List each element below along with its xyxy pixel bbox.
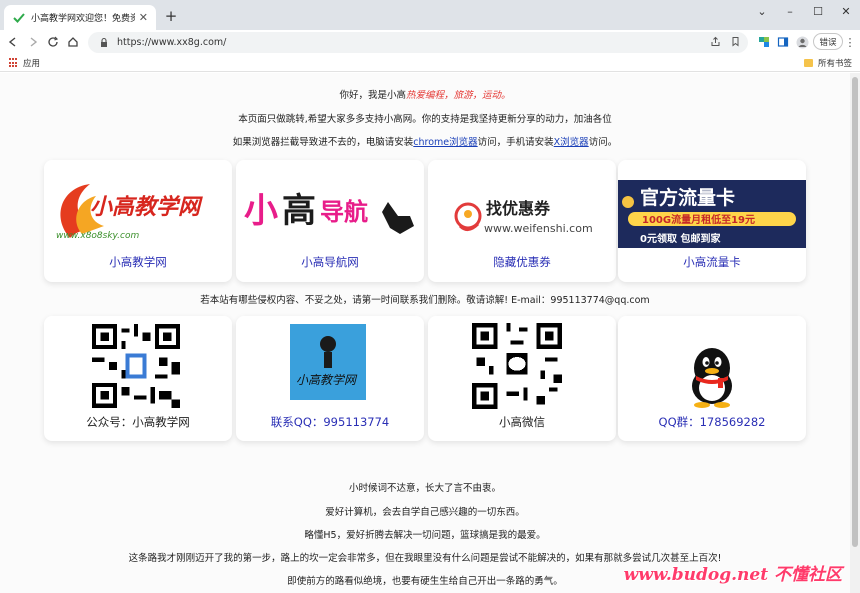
- card-xiaogao-nav[interactable]: 小 高 导航 小高导航网: [236, 160, 424, 282]
- extension-colorful-icon[interactable]: [756, 34, 772, 50]
- svg-text:小高教学网: 小高教学网: [296, 373, 358, 387]
- reload-icon: [48, 36, 59, 47]
- svg-text:www.weifenshi.com: www.weifenshi.com: [484, 222, 593, 235]
- reload-button[interactable]: [44, 33, 62, 51]
- copyright-notice: 若本站有哪些侵权内容、不妥之处，请第一时间联系我们删除。敬请谅解! E-mail…: [200, 295, 650, 306]
- card-label-data-card: 小高流量卡: [683, 255, 741, 269]
- scrollbar-thumb[interactable]: [852, 77, 858, 547]
- site-watermark: www.budog.net 不懂社区: [623, 565, 842, 585]
- official-account-qr-code: [92, 324, 180, 408]
- all-bookmarks-button[interactable]: 所有书签: [803, 57, 852, 69]
- svg-text:小: 小: [244, 191, 278, 231]
- wechat-qr-code: [472, 322, 562, 410]
- address-bar[interactable]: https://www.xx8g.com/: [88, 32, 748, 53]
- sidebar-panel-icon[interactable]: [775, 34, 791, 50]
- tab-close-icon[interactable]: ✕: [139, 11, 148, 24]
- home-icon: [68, 37, 78, 47]
- svg-text:高: 高: [282, 191, 316, 231]
- card-label-qq-group: QQ群：178569282: [658, 415, 766, 429]
- intro-line-3: 如果浏览器拦截导致进不去的，电脑请安装chrome浏览器访问，手机请安装X浏览器…: [0, 134, 850, 148]
- intro-browser-text-a: 如果浏览器拦截导致进不去的，电脑请安装: [232, 137, 414, 148]
- bookmark-apps[interactable]: 应用: [23, 57, 40, 69]
- error-button[interactable]: 错误: [813, 33, 843, 50]
- contact-qq-avatar: 小高教学网: [290, 324, 366, 400]
- outro-line-1: 小时候词不达意，长大了言不由衷。: [348, 483, 501, 494]
- bookmark-star-icon[interactable]: [728, 34, 742, 48]
- lock-icon: [101, 37, 107, 47]
- new-tab-button[interactable]: +: [162, 7, 180, 25]
- svg-text:官方流量卡: 官方流量卡: [640, 186, 735, 209]
- card-official-account[interactable]: 公众号：小高教学网: [44, 316, 232, 441]
- svg-text:找优惠券: 找优惠券: [486, 199, 551, 218]
- card-label-contact-qq: 联系QQ：995113774: [270, 415, 390, 429]
- card-label-wechat: 小高微信: [499, 415, 545, 429]
- intro-line-2: 本页面只做跳转,希望大家多多支持小高网。你的支持是我坚持更新分享的动力，加油各位: [238, 114, 612, 125]
- arrow-left-icon: [8, 37, 16, 47]
- share-icon[interactable]: [708, 34, 722, 48]
- svg-text:www.x8o8sky.com: www.x8o8sky.com: [56, 231, 139, 241]
- tab-title: 小高教学网欢迎您！免费资源分享: [31, 14, 135, 24]
- folder-icon: [803, 59, 813, 67]
- hidden-coupon-logo: 找优惠券 www.weifenshi.com: [428, 196, 616, 238]
- svg-text:小高教学网: 小高教学网: [90, 194, 203, 220]
- home-button[interactable]: [64, 33, 82, 51]
- card-contact-qq[interactable]: 小高教学网 联系QQ：995113774: [236, 316, 424, 441]
- card-hidden-coupon[interactable]: 找优惠券 www.weifenshi.com 隐藏优惠券: [428, 160, 616, 282]
- browser-toolbar: https://www.xx8g.com/ 错误 ⋮: [0, 30, 860, 54]
- minimize-button[interactable]: –: [776, 2, 804, 20]
- intro-line-1: 你好，我是小高热爱编程，旅游，运动。: [0, 87, 850, 101]
- svg-text:0元领取 包邮到家: 0元领取 包邮到家: [640, 232, 721, 245]
- card-qq-group[interactable]: QQ群：178569282: [618, 316, 806, 441]
- outro-line-2: 爱好计算机，会去自学自己感兴趣的一切东西。: [325, 507, 525, 518]
- back-button[interactable]: [4, 33, 22, 51]
- all-bookmarks-label: 所有书签: [817, 59, 852, 69]
- card-label-official-account: 公众号：小高教学网: [86, 415, 190, 429]
- checkmark-favicon-icon: [12, 11, 25, 24]
- svg-text:100G流量月租低至19元: 100G流量月租低至19元: [642, 213, 755, 226]
- card-xiaogao-teaching[interactable]: 小高教学网 www.x8o8sky.com 小高教学网: [44, 160, 232, 282]
- intro-browser-text-c: 访问。: [588, 137, 618, 148]
- card-label-hidden-coupon: 隐藏优惠券: [493, 255, 551, 269]
- intro-greeting: 你好，我是小高: [339, 90, 406, 101]
- card-data-card[interactable]: 官方流量卡 100G流量月租低至19元 0元领取 包邮到家 小高流量卡: [618, 160, 806, 282]
- tab-search-chevron-icon[interactable]: ⌄: [748, 2, 776, 20]
- xiaogao-teaching-logo: 小高教学网 www.x8o8sky.com: [50, 178, 226, 244]
- xiaogao-nav-logo: 小 高 导航: [240, 182, 420, 238]
- arrow-right-icon: [30, 37, 38, 47]
- intro-hobbies: 热爱编程，旅游，运动。: [406, 90, 511, 101]
- x-browser-link[interactable]: X浏览器: [554, 137, 589, 148]
- card-wechat[interactable]: 小高微信: [428, 316, 616, 441]
- qq-penguin-icon: [682, 344, 742, 408]
- forward-button[interactable]: [24, 33, 42, 51]
- data-card-banner: 官方流量卡 100G流量月租低至19元 0元领取 包邮到家: [618, 180, 806, 248]
- card-label-xiaogao-nav: 小高导航网: [301, 255, 359, 269]
- browser-tab[interactable]: 小高教学网欢迎您！免费资源分享 ✕: [4, 5, 156, 30]
- close-window-button[interactable]: ✕: [832, 2, 860, 20]
- maximize-button[interactable]: ☐: [804, 2, 832, 20]
- svg-text:导航: 导航: [320, 198, 368, 226]
- card-label-xiaogao-teaching: 小高教学网: [109, 255, 167, 269]
- page-content: 你好，我是小高热爱编程，旅游，运动。 本页面只做跳转,希望大家多多支持小高网。你…: [0, 73, 850, 593]
- page-scrollbar[interactable]: [850, 73, 860, 593]
- url-text: https://www.xx8g.com/: [117, 37, 227, 48]
- tab-bar: 小高教学网欢迎您！免费资源分享 ✕ + ⌄ – ☐ ✕: [0, 0, 860, 30]
- chrome-browser-link[interactable]: chrome浏览器: [413, 137, 477, 148]
- intro-browser-text-b: 访问，手机请安装: [477, 137, 554, 148]
- profile-avatar-icon[interactable]: [794, 34, 810, 50]
- menu-dots-icon[interactable]: ⋮: [845, 34, 856, 50]
- outro-line-3: 略懂H5，爱好折腾去解决一切问题，篮球搞是我的最爱。: [304, 530, 546, 541]
- bookmarks-bar: 应用 所有书签: [0, 54, 860, 72]
- apps-grid-icon[interactable]: [9, 58, 19, 68]
